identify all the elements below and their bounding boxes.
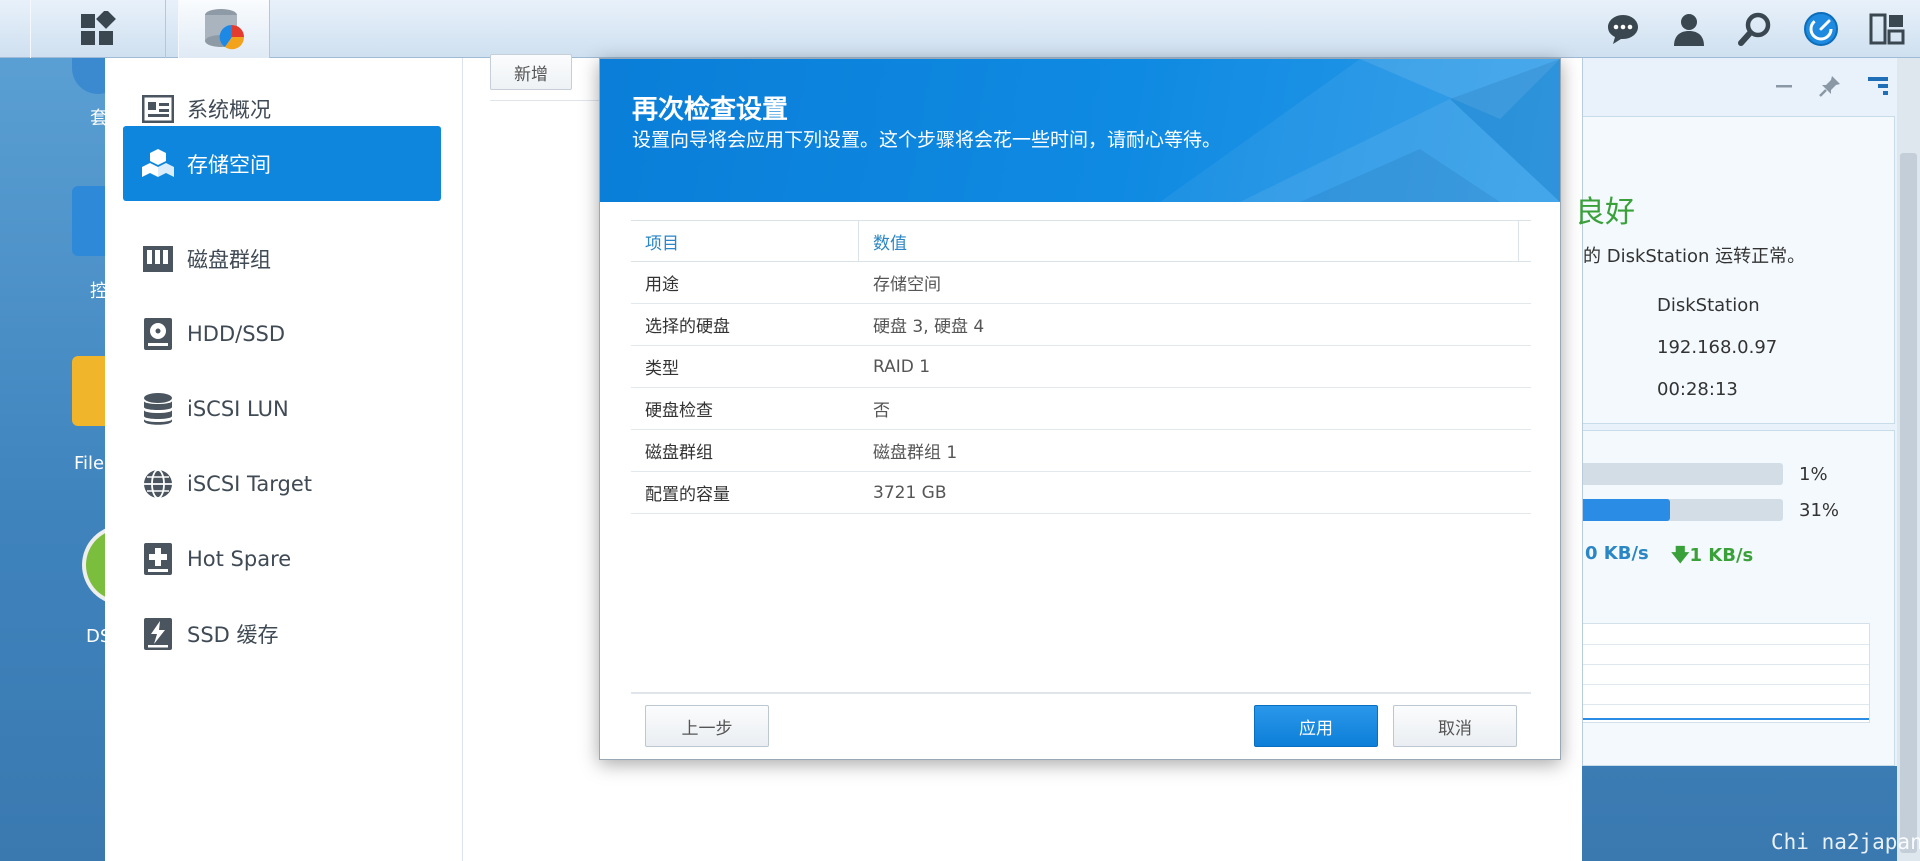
dialog-subtitle: 设置向导将会应用下列设置。这个步骤将会花一些时间，请耐心等待。 [632, 129, 1222, 151]
ssd-cache-icon [141, 617, 175, 651]
sidebar-item-storage[interactable]: 存储空间 [123, 126, 441, 201]
settings-table: 项目 数值 用途 存储空间 选择的硬盘 硬盘 3, 硬盘 4 类型 RAID 1… [631, 220, 1531, 514]
search-icon [1738, 12, 1771, 46]
gauge-icon [1804, 12, 1838, 46]
ram-usage-bar [1583, 499, 1783, 521]
storage-manager-app-icon [205, 9, 245, 50]
notifications-button[interactable] [1590, 0, 1656, 58]
row-item: 用途 [645, 275, 679, 295]
pin-icon[interactable] [1819, 75, 1841, 97]
chat-bubble-icon [1608, 15, 1638, 44]
main-menu-button[interactable] [30, 0, 166, 58]
table-row: 用途 存储空间 [631, 262, 1531, 304]
sidebar-item-iscsi-target[interactable]: iSCSI Target [123, 446, 441, 521]
sidebar-item-label: iSCSI Target [187, 471, 312, 496]
sidebar: 系统概况 存储空间 磁盘群组 HDD/SSD iSCSI LUN iSCSI T… [105, 58, 463, 861]
grid-icon [81, 11, 116, 45]
row-value: 硬盘 3, 硬盘 4 [873, 317, 985, 337]
taskbar [0, 0, 1920, 58]
network-graph [1583, 623, 1870, 723]
sidebar-item-ssd-cache[interactable]: SSD 缓存 [123, 596, 441, 671]
row-value: 3721 GB [873, 482, 947, 503]
sidebar-item-label: 磁盘群组 [187, 247, 271, 272]
apply-button[interactable]: 应用 [1254, 705, 1378, 747]
storage-icon [141, 147, 175, 181]
database-icon [141, 392, 175, 426]
column-header-item[interactable]: 项目 [631, 221, 859, 261]
sidebar-item-label: Hot Spare [187, 546, 292, 571]
row-value: 否 [873, 401, 890, 421]
review-settings-dialog: 再次检查设置 设置向导将会应用下列设置。这个步骤将会花一些时间，请耐心等待。 项… [599, 58, 1561, 760]
table-row: 类型 RAID 1 [631, 346, 1531, 388]
row-item: 配置的容量 [645, 485, 730, 505]
storage-manager-taskbar-button[interactable] [178, 0, 270, 58]
health-message: 的 DiskStation 运转正常。 [1583, 246, 1806, 267]
hdd-icon [141, 317, 175, 351]
sidebar-item-iscsi-lun[interactable]: iSCSI LUN [123, 371, 441, 446]
disk-group-icon [141, 242, 175, 276]
server-ip: 192.168.0.97 [1657, 337, 1778, 358]
resource-monitor-button[interactable] [1788, 0, 1854, 58]
upload-speed: 0 KB/s [1585, 543, 1649, 564]
sidebar-item-label: iSCSI LUN [187, 396, 289, 421]
dialog-title: 再次检查设置 [632, 95, 789, 125]
health-status: 良好 [1575, 195, 1635, 230]
widget-controls [1583, 58, 1901, 114]
scrollbar-thumb[interactable] [1900, 153, 1917, 853]
page-scrollbar[interactable] [1897, 58, 1920, 861]
dialog-header: 再次检查设置 设置向导将会应用下列设置。这个步骤将会花一些时间，请耐心等待。 [600, 59, 1560, 202]
table-row: 硬盘检查 否 [631, 388, 1531, 430]
widget-layout-icon[interactable] [1867, 75, 1889, 97]
user-button[interactable] [1656, 0, 1722, 58]
sidebar-item-hdd-ssd[interactable]: HDD/SSD [123, 296, 441, 371]
user-icon [1674, 14, 1704, 46]
download-arrow-icon: 🡇 [1671, 545, 1690, 566]
toolbar-divider [490, 100, 600, 101]
add-button[interactable]: 新增 [490, 54, 572, 90]
search-button[interactable] [1722, 0, 1788, 58]
sidebar-item-hot-spare[interactable]: Hot Spare [123, 521, 441, 596]
layout-panels-icon [1869, 13, 1905, 45]
row-item: 类型 [645, 359, 679, 379]
health-panel: 良好 的 DiskStation 运转正常。 DiskStation 192.1… [1575, 116, 1895, 424]
sidebar-item-label: HDD/SSD [187, 321, 286, 346]
desktop-label-file: File [74, 453, 105, 474]
cpu-usage-percent: 1% [1799, 464, 1828, 485]
row-value: 存储空间 [873, 275, 941, 295]
widgets-button[interactable] [1854, 0, 1920, 58]
table-row: 选择的硬盘 硬盘 3, 硬盘 4 [631, 304, 1531, 346]
row-value: RAID 1 [873, 356, 931, 377]
download-speed-value: 1 KB/s [1689, 545, 1754, 566]
server-name: DiskStation [1657, 295, 1760, 316]
globe-icon [141, 467, 175, 501]
overview-icon [141, 92, 175, 126]
cancel-button[interactable]: 取消 [1393, 705, 1517, 747]
column-header-value[interactable]: 数值 [859, 221, 1519, 261]
system-health-widget: 良好 的 DiskStation 运转正常。 DiskStation 192.1… [1575, 58, 1901, 766]
row-value: 磁盘群组 1 [873, 443, 958, 463]
table-row: 配置的容量 3721 GB [631, 472, 1531, 514]
table-header: 项目 数值 [631, 220, 1531, 262]
server-uptime: 00:28:13 [1657, 379, 1738, 400]
dialog-footer-divider [631, 692, 1531, 694]
download-speed: 🡇1 KB/s [1671, 543, 1753, 573]
ram-usage-percent: 31% [1799, 500, 1840, 521]
sidebar-item-label: 存储空间 [187, 152, 271, 177]
row-item: 磁盘群组 [645, 443, 713, 463]
watermark-text: Chi na2japan [1771, 830, 1920, 854]
table-row: 磁盘群组 磁盘群组 1 [631, 430, 1531, 472]
back-button[interactable]: 上一步 [645, 705, 769, 747]
sidebar-item-disk-group[interactable]: 磁盘群组 [123, 221, 441, 296]
hot-spare-icon [141, 542, 175, 576]
sidebar-item-label: 系统概况 [187, 97, 271, 122]
row-item: 硬盘检查 [645, 401, 713, 421]
taskbar-right-tray [1590, 0, 1920, 58]
sidebar-item-label: SSD 缓存 [187, 622, 279, 647]
cpu-usage-bar [1583, 463, 1783, 485]
upload-speed-value: 0 KB/s [1585, 543, 1649, 564]
minimize-icon[interactable] [1775, 77, 1793, 95]
row-item: 选择的硬盘 [645, 317, 730, 337]
